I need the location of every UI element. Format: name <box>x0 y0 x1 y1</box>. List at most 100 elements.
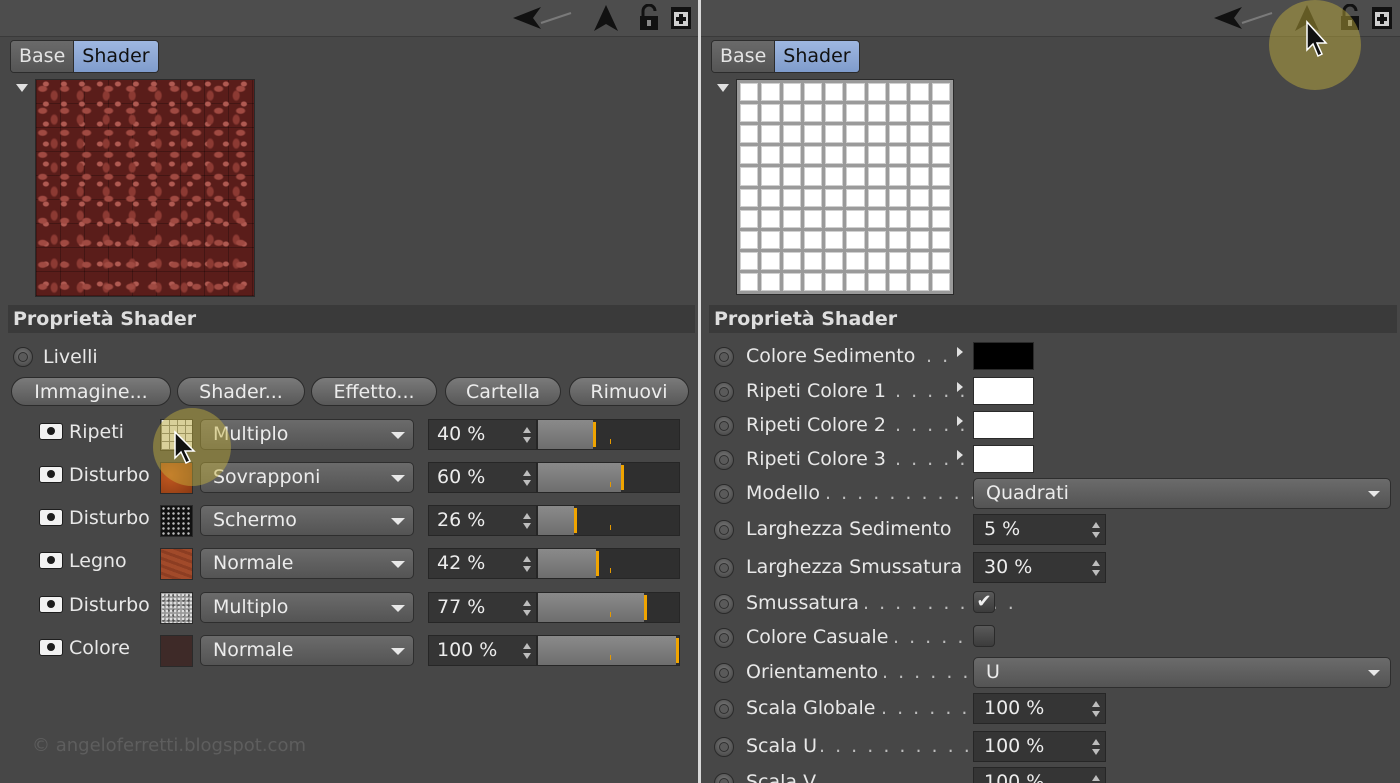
opacity-slider[interactable] <box>537 462 680 493</box>
layer-name[interactable]: Colore <box>69 637 130 659</box>
opacity-field[interactable]: 42 % <box>428 548 537 579</box>
layer-row[interactable]: Disturbo Schermo 26 % <box>0 504 698 538</box>
opacity-slider[interactable] <box>537 419 680 450</box>
expand-triangle-icon[interactable] <box>957 347 963 357</box>
animate-radio-icon[interactable] <box>714 628 734 648</box>
spinner-arrows-icon[interactable] <box>1092 560 1100 576</box>
eye-visibility-icon[interactable] <box>39 552 63 569</box>
slider-knob[interactable] <box>621 465 624 490</box>
opacity-field[interactable]: 100 % <box>428 635 537 666</box>
opacity-field[interactable]: 60 % <box>428 462 537 493</box>
eye-visibility-icon[interactable] <box>39 509 63 526</box>
collapse-triangle-icon[interactable] <box>16 84 28 92</box>
color-swatch[interactable] <box>973 377 1034 405</box>
tab-shader[interactable]: Shader <box>774 41 859 72</box>
tab-base[interactable]: Base <box>11 41 74 72</box>
animate-radio-icon[interactable] <box>714 699 734 719</box>
layer-thumbnail[interactable] <box>160 548 193 580</box>
layer-name[interactable]: Disturbo <box>69 594 150 616</box>
opacity-field[interactable]: 26 % <box>428 505 537 536</box>
layer-thumbnail[interactable] <box>160 592 193 624</box>
checkbox[interactable] <box>973 625 995 647</box>
number-field[interactable]: 30 % <box>973 552 1106 583</box>
spinner-arrows-icon[interactable] <box>1092 775 1100 783</box>
back-arrow-icon[interactable] <box>1212 4 1274 32</box>
spinner-arrows-icon[interactable] <box>523 643 531 659</box>
layer-row[interactable]: Ripeti Multiplo 40 % <box>0 418 698 452</box>
animate-radio-icon[interactable] <box>714 594 734 614</box>
expand-triangle-icon[interactable] <box>957 416 963 426</box>
slider-knob[interactable] <box>596 551 599 576</box>
remove-button[interactable]: Rimuovi <box>569 377 689 406</box>
layer-row[interactable]: Disturbo Sovrapponi 60 % <box>0 461 698 495</box>
blend-mode-dropdown[interactable]: Normale <box>200 635 414 666</box>
spinner-arrows-icon[interactable] <box>523 600 531 616</box>
property-dropdown[interactable]: Quadrati <box>973 478 1391 509</box>
blend-mode-dropdown[interactable]: Multiplo <box>200 592 414 623</box>
collapse-triangle-icon[interactable] <box>717 84 729 92</box>
eye-visibility-icon[interactable] <box>39 423 63 440</box>
animate-radio-icon[interactable] <box>714 773 734 783</box>
animate-radio-icon[interactable] <box>714 737 734 757</box>
image-button[interactable]: Immagine... <box>11 377 171 406</box>
layer-name[interactable]: Disturbo <box>69 507 150 529</box>
layer-row[interactable]: Colore Normale 100 % <box>0 634 698 668</box>
blend-mode-dropdown[interactable]: Schermo <box>200 505 414 536</box>
slider-knob[interactable] <box>593 422 596 447</box>
color-swatch[interactable] <box>973 411 1034 439</box>
number-field[interactable]: 5 % <box>973 514 1106 545</box>
tab-shader[interactable]: Shader <box>73 41 158 72</box>
layer-thumbnail[interactable] <box>160 505 193 537</box>
spinner-arrows-icon[interactable] <box>1092 739 1100 755</box>
color-swatch[interactable] <box>973 445 1034 473</box>
number-field[interactable]: 100 % <box>973 693 1106 724</box>
up-arrow-icon[interactable] <box>591 4 621 32</box>
eye-visibility-icon[interactable] <box>39 596 63 613</box>
slider-knob[interactable] <box>644 595 647 620</box>
layer-name[interactable]: Legno <box>69 550 127 572</box>
spinner-arrows-icon[interactable] <box>1092 701 1100 717</box>
opacity-field[interactable]: 77 % <box>428 592 537 623</box>
opacity-slider[interactable] <box>537 505 680 536</box>
spinner-arrows-icon[interactable] <box>1092 522 1100 538</box>
spinner-arrows-icon[interactable] <box>523 470 531 486</box>
folder-button[interactable]: Cartella <box>445 377 561 406</box>
tab-base[interactable]: Base <box>712 41 775 72</box>
layer-row[interactable]: Disturbo Multiplo 77 % <box>0 591 698 625</box>
animate-radio-icon[interactable] <box>714 558 734 578</box>
layer-name[interactable]: Disturbo <box>69 464 150 486</box>
animate-radio-icon[interactable] <box>714 484 734 504</box>
blend-mode-dropdown[interactable]: Sovrapponi <box>200 462 414 493</box>
blend-mode-dropdown[interactable]: Multiplo <box>200 419 414 450</box>
animate-radio-icon[interactable] <box>714 450 734 470</box>
number-field[interactable]: 100 % <box>973 731 1106 762</box>
spinner-arrows-icon[interactable] <box>523 427 531 443</box>
slider-knob[interactable] <box>676 638 679 663</box>
checkbox[interactable]: ✔ <box>973 591 995 613</box>
opacity-slider[interactable] <box>537 548 680 579</box>
animate-radio-icon[interactable] <box>714 382 734 402</box>
animate-radio-icon[interactable] <box>714 663 734 683</box>
animate-radio-icon[interactable] <box>714 416 734 436</box>
back-arrow-icon[interactable] <box>511 4 573 32</box>
animate-radio-icon[interactable] <box>714 347 734 367</box>
effect-button[interactable]: Effetto... <box>311 377 437 406</box>
new-panel-icon[interactable] <box>669 4 693 32</box>
number-field[interactable]: 100 % <box>973 767 1106 783</box>
animate-radio-icon[interactable] <box>714 520 734 540</box>
new-panel-icon[interactable] <box>1370 4 1394 32</box>
expand-triangle-icon[interactable] <box>957 382 963 392</box>
layer-row[interactable]: Legno Normale 42 % <box>0 547 698 581</box>
shader-button[interactable]: Shader... <box>177 377 305 406</box>
opacity-slider[interactable] <box>537 592 680 623</box>
spinner-arrows-icon[interactable] <box>523 556 531 572</box>
expand-triangle-icon[interactable] <box>957 450 963 460</box>
opacity-field[interactable]: 40 % <box>428 419 537 450</box>
opacity-slider[interactable] <box>537 635 680 666</box>
animate-radio-icon[interactable] <box>13 347 33 367</box>
slider-knob[interactable] <box>574 508 577 533</box>
layer-name[interactable]: Ripeti <box>69 421 124 443</box>
eye-visibility-icon[interactable] <box>39 639 63 656</box>
property-dropdown[interactable]: U <box>973 657 1391 688</box>
blend-mode-dropdown[interactable]: Normale <box>200 548 414 579</box>
